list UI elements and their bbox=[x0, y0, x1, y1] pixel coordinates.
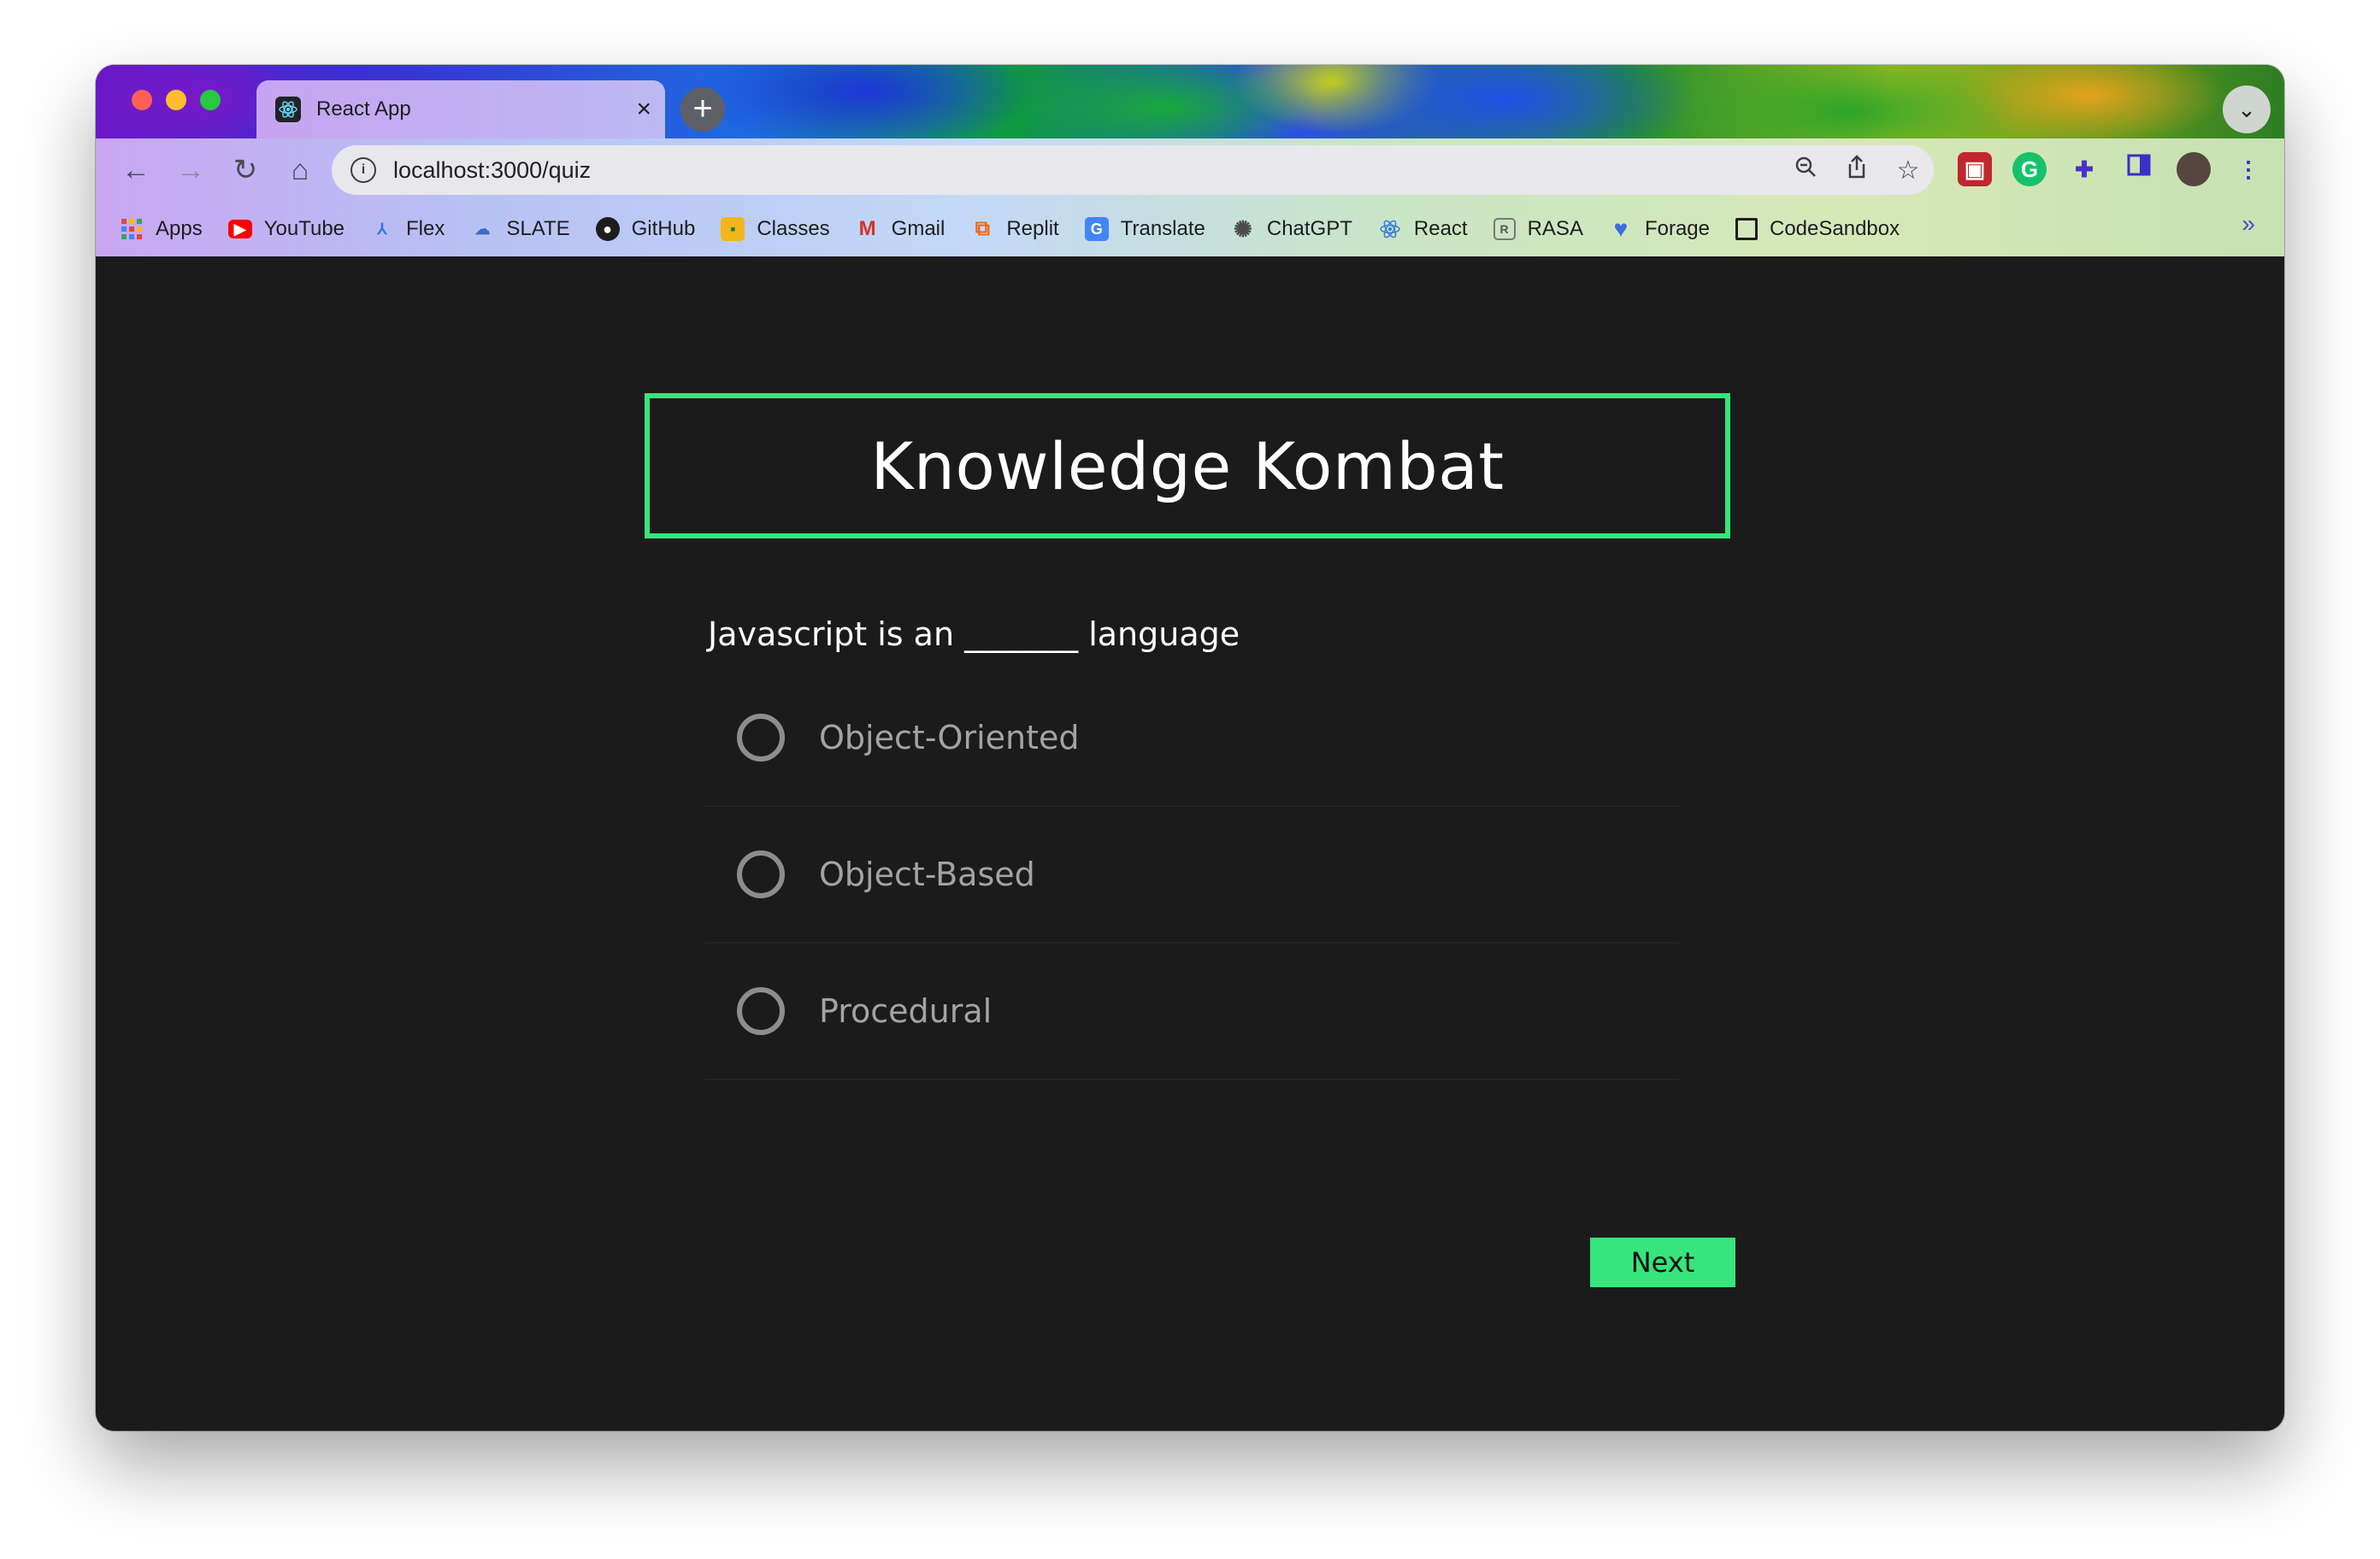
bookmark-label: Translate bbox=[1120, 217, 1205, 240]
bookmark-label: GitHub bbox=[631, 217, 696, 240]
bookmark-forage[interactable]: ♥ Forage bbox=[1609, 215, 1710, 242]
bookmark-youtube[interactable]: ▶ YouTube bbox=[227, 217, 345, 241]
extensions-puzzle-icon[interactable]: ✚ bbox=[2067, 152, 2101, 186]
github-icon: ● bbox=[595, 217, 620, 241]
quiz-title-box: Knowledge Kombat bbox=[645, 393, 1730, 538]
bookmark-label: Forage bbox=[1644, 217, 1710, 240]
translate-icon: G bbox=[1084, 217, 1109, 241]
share-icon[interactable] bbox=[1831, 154, 1882, 186]
address-bar[interactable]: i localhost:3000/quiz ☆ bbox=[332, 145, 1934, 195]
side-panel-icon[interactable] bbox=[2122, 152, 2156, 186]
option-label: Procedural bbox=[819, 992, 993, 1030]
grammarly-icon[interactable]: G bbox=[2012, 152, 2047, 186]
bookmark-label: ChatGPT bbox=[1266, 217, 1352, 240]
youtube-icon: ▶ bbox=[227, 220, 252, 238]
answer-option-3[interactable]: Procedural bbox=[704, 944, 1679, 1080]
bookmark-translate[interactable]: G Translate bbox=[1084, 217, 1205, 241]
close-tab-icon[interactable]: × bbox=[636, 97, 651, 122]
profile-avatar[interactable] bbox=[2177, 152, 2211, 186]
bookmarks-bar: Apps ▶ YouTube ⅄ Flex ☁ SLATE ● GitHub ▪… bbox=[96, 203, 2284, 255]
classroom-icon: ▪ bbox=[721, 217, 745, 241]
option-label: Object-Oriented bbox=[819, 719, 1080, 756]
minimize-window-button[interactable] bbox=[166, 90, 186, 110]
radio-button[interactable] bbox=[737, 714, 785, 762]
flex-icon: ⅄ bbox=[377, 220, 387, 238]
bookmark-react[interactable]: React bbox=[1378, 217, 1468, 241]
bookmark-label: Classes bbox=[757, 217, 830, 240]
home-icon[interactable]: ⌂ bbox=[279, 149, 321, 191]
bookmark-label: Flex bbox=[406, 217, 445, 240]
close-window-button[interactable] bbox=[132, 90, 152, 110]
bookmark-label: SLATE bbox=[506, 217, 570, 240]
bookmark-replit[interactable]: ⧉ Replit bbox=[970, 217, 1059, 241]
reload-icon[interactable]: ↻ bbox=[224, 149, 267, 191]
rasa-icon: R bbox=[1493, 218, 1516, 240]
browser-chrome: React App × + ⌄ ← → ↻ ⌂ i localhost:3000… bbox=[96, 65, 2284, 256]
answer-option-1[interactable]: Object-Oriented bbox=[704, 670, 1679, 807]
maximize-window-button[interactable] bbox=[200, 90, 221, 110]
react-icon bbox=[1378, 217, 1402, 241]
bookmark-label: YouTube bbox=[263, 217, 345, 240]
answer-option-2[interactable]: Object-Based bbox=[704, 807, 1679, 944]
bookmark-label: Replit bbox=[1006, 217, 1059, 240]
apps-grid-icon bbox=[120, 217, 144, 241]
new-tab-button[interactable]: + bbox=[680, 87, 725, 132]
page-title: Knowledge Kombat bbox=[870, 427, 1505, 504]
more-menu-icon[interactable]: ⋮ bbox=[2231, 152, 2265, 186]
bookmark-star-icon[interactable]: ☆ bbox=[1882, 156, 1934, 185]
site-info-icon[interactable]: i bbox=[351, 157, 376, 183]
bookmark-gmail[interactable]: M Gmail bbox=[856, 217, 946, 241]
back-arrow-icon[interactable]: ← bbox=[115, 149, 157, 191]
react-icon bbox=[275, 97, 301, 122]
bookmark-label: React bbox=[1413, 217, 1468, 240]
option-label: Object-Based bbox=[819, 856, 1035, 893]
forward-arrow-icon[interactable]: → bbox=[169, 149, 212, 191]
bookmark-github[interactable]: ● GitHub bbox=[595, 217, 696, 241]
bookmark-classes[interactable]: ▪ Classes bbox=[721, 217, 830, 241]
bookmark-label: Apps bbox=[156, 217, 203, 240]
radio-button[interactable] bbox=[737, 987, 785, 1035]
tab-title: React App bbox=[316, 97, 411, 121]
next-button[interactable]: Next bbox=[1590, 1238, 1735, 1287]
forage-icon: ♥ bbox=[1613, 215, 1629, 242]
bookmark-flex[interactable]: ⅄ Flex bbox=[370, 217, 445, 241]
gmail-icon: M bbox=[858, 217, 876, 240]
bookmark-rasa[interactable]: R RASA bbox=[1493, 217, 1583, 241]
bookmark-label: CodeSandbox bbox=[1770, 217, 1900, 240]
bookmark-apps[interactable]: Apps bbox=[120, 217, 203, 241]
codesandbox-icon bbox=[1735, 218, 1758, 240]
bookmark-chatgpt[interactable]: ✺ ChatGPT bbox=[1231, 215, 1352, 242]
bookmark-codesandbox[interactable]: CodeSandbox bbox=[1735, 217, 1900, 241]
radio-button[interactable] bbox=[737, 850, 785, 898]
bookmark-slate[interactable]: ☁ SLATE bbox=[470, 217, 569, 241]
page-content: Knowledge Kombat Javascript is an ______… bbox=[96, 256, 2284, 1431]
bookmark-label: RASA bbox=[1527, 217, 1583, 240]
bookmark-label: Gmail bbox=[891, 217, 946, 240]
url-text[interactable]: localhost:3000/quiz bbox=[393, 157, 1780, 184]
browser-window: React App × + ⌄ ← → ↻ ⌂ i localhost:3000… bbox=[96, 65, 2284, 1431]
replit-icon: ⧉ bbox=[975, 217, 990, 240]
bookmarks-overflow-icon[interactable]: » bbox=[2242, 210, 2255, 238]
extension-red-icon[interactable]: ▣ bbox=[1958, 152, 1992, 186]
zoom-icon[interactable] bbox=[1780, 155, 1831, 185]
tab-search-chevron-icon[interactable]: ⌄ bbox=[2223, 85, 2271, 133]
tab-react-app[interactable]: React App × bbox=[256, 80, 665, 138]
question-text: Javascript is an _______ language bbox=[708, 615, 1240, 653]
slate-icon: ☁ bbox=[474, 220, 491, 238]
chatgpt-icon: ✺ bbox=[1233, 215, 1252, 242]
